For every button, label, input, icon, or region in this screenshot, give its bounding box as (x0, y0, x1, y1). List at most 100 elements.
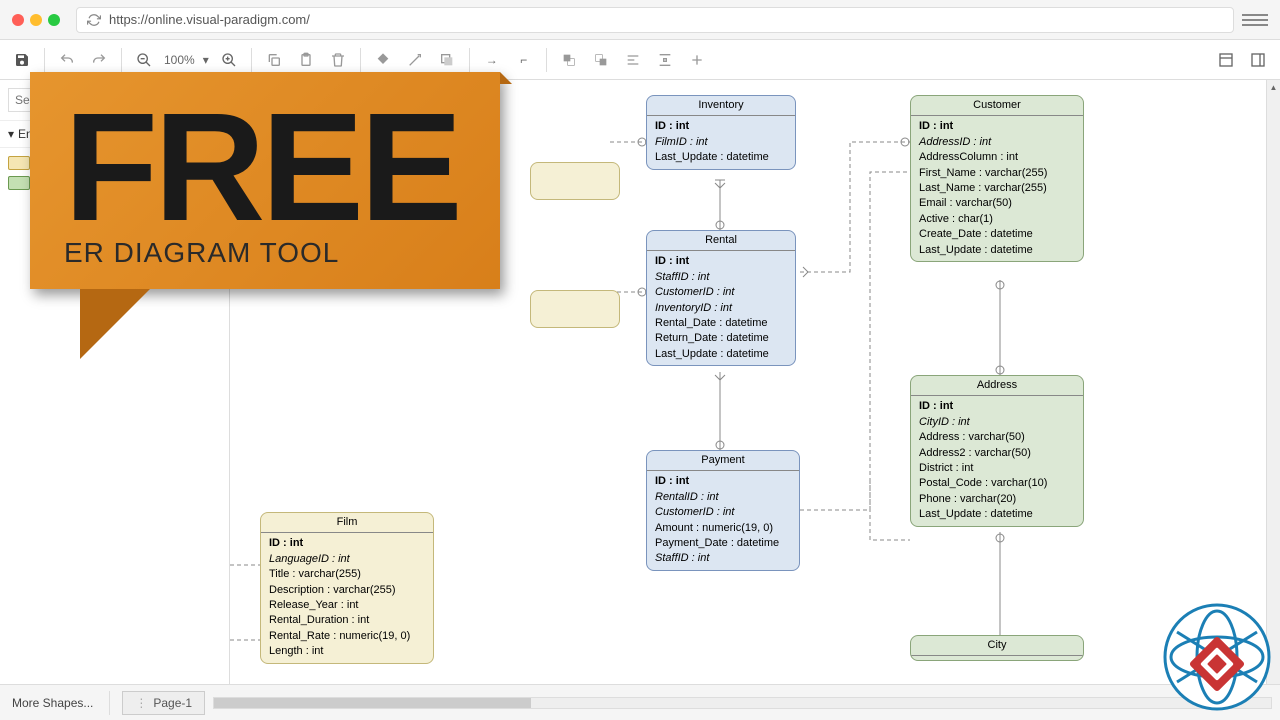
entity-column: CityID : int (919, 415, 1075, 430)
entity-column: ID : int (269, 536, 425, 551)
page-tab-label: Page-1 (153, 696, 192, 710)
entity-column: Length : int (269, 644, 425, 659)
zoom-in-button[interactable] (215, 46, 243, 74)
save-button[interactable] (8, 46, 36, 74)
footer: More Shapes... ⋮ Page-1 (0, 684, 1280, 720)
to-front-button[interactable] (555, 46, 583, 74)
entity-title: Rental (647, 231, 795, 251)
url-text: https://online.visual-paradigm.com/ (109, 12, 310, 27)
entity-shape-yellow[interactable] (8, 156, 30, 170)
paste-button[interactable] (292, 46, 320, 74)
connector-elbow-button[interactable]: ⌐ (510, 46, 538, 74)
entity-column: First_Name : varchar(255) (919, 166, 1075, 181)
entity-column: Last_Update : datetime (919, 507, 1075, 522)
entity-column: Return_Date : datetime (655, 331, 787, 346)
format-panel-button[interactable] (1212, 46, 1240, 74)
entity-column: StaffID : int (655, 270, 787, 285)
align-button[interactable] (619, 46, 647, 74)
more-shapes-button[interactable]: More Shapes... (0, 696, 105, 710)
entity-column: Description : varchar(255) (269, 583, 425, 598)
entity-column: Create_Date : datetime (919, 227, 1075, 242)
redo-button[interactable] (85, 46, 113, 74)
entity-payment[interactable]: Payment ID : intRentalID : intCustomerID… (646, 450, 800, 571)
maximize-window-button[interactable] (48, 14, 60, 26)
entity-column: InventoryID : int (655, 301, 787, 316)
entity-column: ID : int (655, 474, 791, 489)
entity-column: Address : varchar(50) (919, 430, 1075, 445)
entity-rental[interactable]: Rental ID : intStaffID : intCustomerID :… (646, 230, 796, 366)
promo-banner: FREE ER DIAGRAM TOOL (30, 72, 500, 359)
entity-column: Email : varchar(50) (919, 196, 1075, 211)
url-bar[interactable]: https://online.visual-paradigm.com/ (76, 7, 1234, 33)
distribute-button[interactable] (651, 46, 679, 74)
entity-column: Payment_Date : datetime (655, 536, 791, 551)
entity-hidden-2[interactable] (530, 290, 620, 328)
hamburger-menu-button[interactable] (1242, 7, 1268, 33)
shadow-button[interactable] (433, 46, 461, 74)
banner-title: FREE (64, 102, 466, 233)
entity-title: Film (261, 513, 433, 533)
entity-title: City (911, 636, 1083, 656)
entity-column: ID : int (655, 119, 787, 134)
entity-column: Address2 : varchar(50) (919, 446, 1075, 461)
entity-column: District : int (919, 461, 1075, 476)
collapse-icon: ▾ (8, 127, 14, 141)
entity-column: Postal_Code : varchar(10) (919, 476, 1075, 491)
entity-column: ID : int (919, 119, 1075, 134)
entity-column: Rental_Date : datetime (655, 316, 787, 331)
zoom-level[interactable]: 100% (162, 53, 197, 67)
entity-column: Amount : numeric(19, 0) (655, 521, 791, 536)
entity-column: Last_Update : datetime (919, 243, 1075, 258)
entity-column: Rental_Duration : int (269, 613, 425, 628)
entity-column: Release_Year : int (269, 598, 425, 613)
copy-button[interactable] (260, 46, 288, 74)
entity-shape-green[interactable] (8, 176, 30, 190)
entity-column: ID : int (655, 254, 787, 269)
entity-column: CustomerID : int (655, 505, 791, 520)
entity-hidden-1[interactable] (530, 162, 620, 200)
page-tab[interactable]: ⋮ Page-1 (122, 691, 205, 715)
to-back-button[interactable] (587, 46, 615, 74)
zoom-dropdown-icon[interactable]: ▾ (201, 53, 211, 67)
delete-button[interactable] (324, 46, 352, 74)
entity-address[interactable]: Address ID : intCityID : intAddress : va… (910, 375, 1084, 527)
entity-column: RentalID : int (655, 490, 791, 505)
entity-column: FilmID : int (655, 135, 787, 150)
entity-title: Inventory (647, 96, 795, 116)
entity-column: Last_Update : datetime (655, 150, 787, 165)
fill-color-button[interactable] (369, 46, 397, 74)
entity-title: Customer (911, 96, 1083, 116)
zoom-out-button[interactable] (130, 46, 158, 74)
entity-column: Phone : varchar(20) (919, 492, 1075, 507)
entity-title: Address (911, 376, 1083, 396)
entity-column: AddressID : int (919, 135, 1075, 150)
entity-column: CustomerID : int (655, 285, 787, 300)
entity-column: Rental_Rate : numeric(19, 0) (269, 629, 425, 644)
entity-inventory[interactable]: Inventory ID : intFilmID : intLast_Updat… (646, 95, 796, 170)
entity-film[interactable]: Film ID : intLanguageID : intTitle : var… (260, 512, 434, 664)
minimize-window-button[interactable] (30, 14, 42, 26)
entity-column: LanguageID : int (269, 552, 425, 567)
entity-column: Last_Name : varchar(255) (919, 181, 1075, 196)
scroll-up-icon[interactable]: ▲ (1267, 80, 1280, 94)
browser-chrome: https://online.visual-paradigm.com/ (0, 0, 1280, 40)
entity-city[interactable]: City (910, 635, 1084, 661)
entity-column: ID : int (919, 399, 1075, 414)
undo-button[interactable] (53, 46, 81, 74)
close-window-button[interactable] (12, 14, 24, 26)
line-color-button[interactable] (401, 46, 429, 74)
horizontal-scrollbar[interactable] (213, 697, 1272, 709)
window-controls (12, 14, 60, 26)
vertical-scrollbar[interactable]: ▲ (1266, 80, 1280, 684)
entity-column: Active : char(1) (919, 212, 1075, 227)
add-button[interactable] (683, 46, 711, 74)
entity-column: AddressColumn : int (919, 150, 1075, 165)
entity-customer[interactable]: Customer ID : intAddressID : intAddressC… (910, 95, 1084, 262)
entity-column: Title : varchar(255) (269, 567, 425, 582)
connector-straight-button[interactable]: → (478, 46, 506, 74)
entity-column: Last_Update : datetime (655, 347, 787, 362)
reload-icon (87, 13, 101, 27)
outline-panel-button[interactable] (1244, 46, 1272, 74)
entity-column: StaffID : int (655, 551, 791, 566)
visual-paradigm-logo-icon (1162, 602, 1272, 712)
